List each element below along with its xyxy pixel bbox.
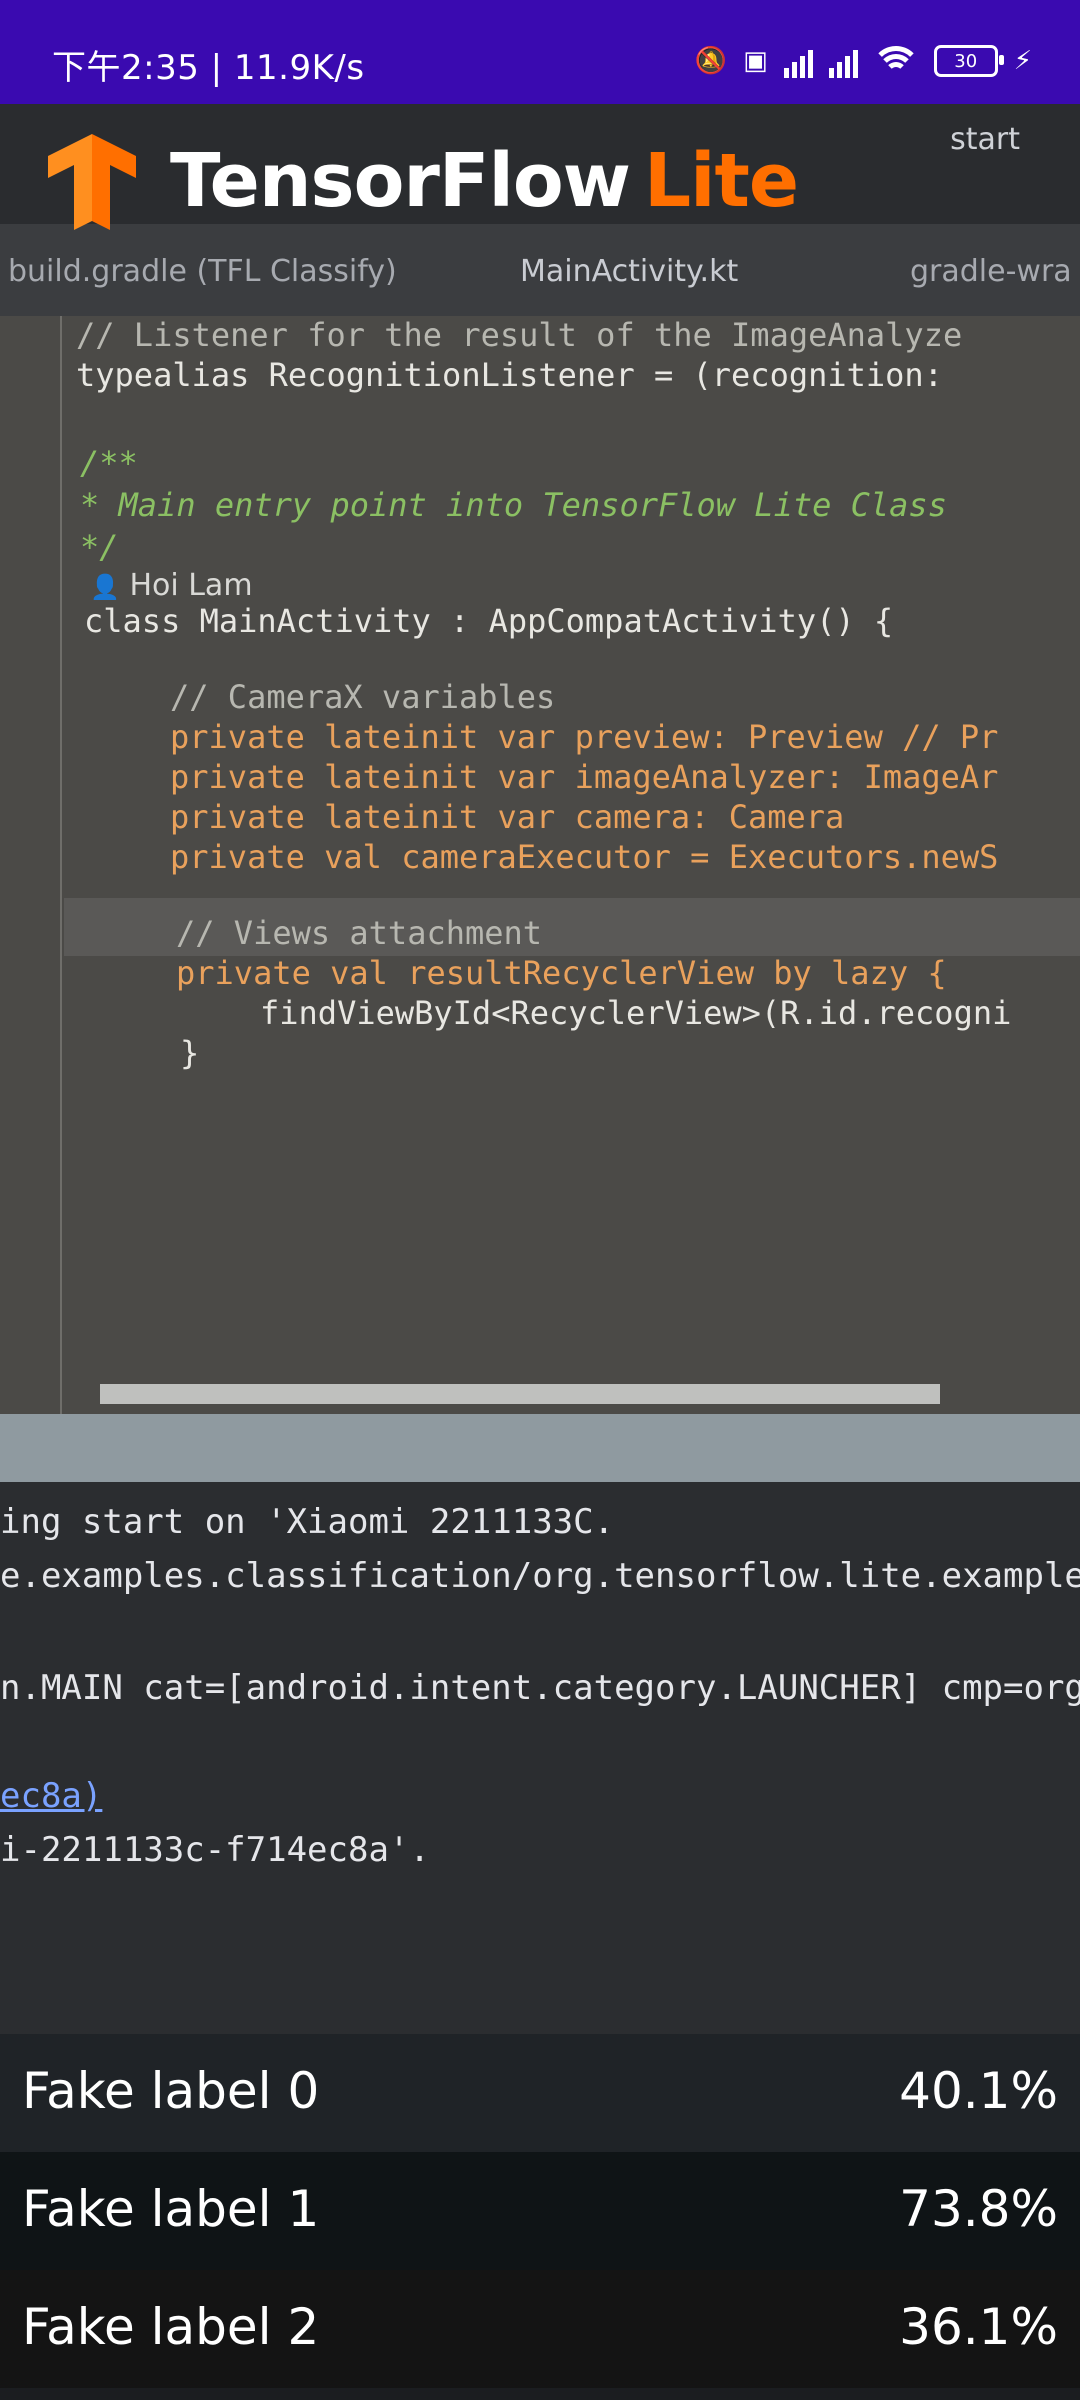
charging-icon: ⚡ [1013,46,1032,76]
tab-gradle-wrapper: gradle-wra [910,254,1072,289]
tensorflow-lite-logo: TensorFlow Lite [44,126,799,236]
console-line: ing start on 'Xiaomi 2211133C. [0,1502,615,1542]
console-line: e.examples.classification/org.tensorflow… [0,1556,1080,1596]
results-list: Fake label 0 40.1% Fake label 1 73.8% Fa… [0,2034,1080,2400]
status-bar: 下午2:35 | 11.9K/s 🔕 ▣ 30 ⚡ [0,0,1080,104]
code-line: * Main entry point into TensorFlow Lite … [80,486,947,524]
result-label: Fake label 1 [22,2180,320,2238]
tab-main-activity: MainActivity.kt [520,254,739,289]
nfc-icon: ▣ [743,46,768,76]
wifi-icon [873,44,918,78]
tab-build-gradle: build.gradle (TFL Classify) [8,254,397,289]
result-percent: 40.1% [899,2062,1058,2120]
code-line: private lateinit var preview: Preview //… [170,718,999,756]
logo-text-main: TensorFlow [170,138,631,224]
run-console: ing start on 'Xiaomi 2211133C. e.example… [0,1482,1080,2034]
code-editor: // Listener for the result of the ImageA… [0,316,1080,1526]
result-label: Fake label 2 [22,2298,320,2356]
battery-icon: 30 [933,45,1004,77]
status-time-speed: 下午2:35 | 11.9K/s [52,48,365,88]
result-row: Fake label 0 40.1% [0,2034,1080,2152]
result-label: Fake label 0 [22,2062,320,2120]
run-config-label: start [950,122,1020,157]
signal-icon [783,44,813,78]
console-line: n.MAIN cat=[android.intent.category.LAUN… [0,1668,1080,1708]
do-not-disturb-icon: 🔕 [694,46,728,76]
code-line: /** [80,444,138,482]
result-percent: 73.8% [899,2180,1058,2238]
console-link: ec8a) [0,1776,103,1816]
result-row: Fake label 1 73.8% [0,2152,1080,2270]
code-line: // Listener for the result of the ImageA… [76,316,963,354]
code-line: findViewById<RecyclerView>(R.id.recogni [260,994,1012,1032]
editor-divider [0,1414,1080,1482]
code-line: private lateinit var imageAnalyzer: Imag… [170,758,999,796]
code-author: 👤 Hoi Lam [90,568,253,603]
code-line: private lateinit var camera: Camera [170,798,845,836]
signal-icon-2 [828,44,858,78]
code-line: // CameraX variables [170,678,556,716]
result-percent: 36.1% [899,2298,1058,2356]
battery-level: 30 [954,50,978,72]
editor-scrollbar [100,1384,940,1404]
console-line: i-2211133c-f714ec8a'. [0,1830,430,1870]
user-icon: 👤 [90,573,120,601]
code-line: typealias RecognitionListener = (recogni… [76,356,943,394]
logo-text-accent: Lite [644,138,799,224]
camera-preview: build.gradle (TFL Classify) MainActivity… [0,104,1080,2034]
code-line: */ [80,528,119,566]
code-line: class MainActivity : AppCompatActivity()… [84,602,894,640]
ide-tab-bar: build.gradle (TFL Classify) MainActivity… [0,224,1080,316]
tensorflow-logo-icon [48,134,136,230]
code-line: } [180,1034,200,1072]
result-row: Fake label 2 36.1% [0,2270,1080,2388]
code-line: private val cameraExecutor = Executors.n… [170,838,999,876]
code-line: // Views attachment [176,914,543,952]
code-line: private val resultRecyclerView by lazy { [176,954,947,992]
